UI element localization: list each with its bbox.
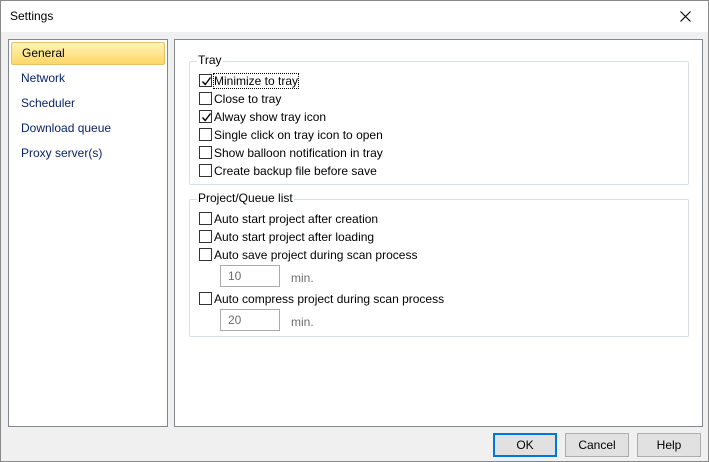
auto-compress-minutes-field[interactable]: 20	[220, 309, 280, 331]
sidebar-item-proxy-servers[interactable]: Proxy server(s)	[11, 142, 165, 165]
tray-group-title: Tray	[197, 53, 223, 67]
checkbox-label: Auto save project during scan process	[214, 248, 418, 262]
checkbox-box[interactable]	[199, 74, 212, 87]
project-queue-group: Project/Queue list Auto start project af…	[189, 191, 689, 337]
sidebar-item-label: Download queue	[21, 121, 112, 135]
checkbox-box[interactable]	[199, 212, 212, 225]
checkbox-box[interactable]	[199, 92, 212, 105]
tray-group: Tray Minimize to tray Close to tray Alwa…	[189, 53, 689, 185]
help-button[interactable]: Help	[637, 433, 701, 457]
checkbox-label: Show balloon notification in tray	[214, 146, 383, 160]
checkbox-label: Auto start project after creation	[214, 212, 379, 226]
checkbox-label: Create backup file before save	[214, 164, 377, 178]
ok-button[interactable]: OK	[493, 433, 557, 457]
close-button[interactable]	[663, 1, 708, 32]
settings-dialog: Settings General Network Scheduler Downl…	[0, 0, 709, 462]
checkbox-box[interactable]	[199, 230, 212, 243]
sidebar-item-network[interactable]: Network	[11, 67, 165, 90]
category-list: General Network Scheduler Download queue…	[8, 39, 168, 427]
checkbox-label: Auto compress project during scan proces…	[214, 292, 445, 306]
sidebar-item-label: Proxy server(s)	[21, 146, 103, 160]
auto-compress-unit-label: min.	[291, 315, 314, 329]
title-bar: Settings	[1, 1, 708, 32]
check-icon	[201, 77, 212, 86]
checkbox-label: Auto start project after loading	[214, 230, 375, 244]
project-group-title: Project/Queue list	[197, 191, 294, 205]
checkbox-box[interactable]	[199, 110, 212, 123]
auto-save-minutes-field[interactable]: 10	[220, 265, 280, 287]
window-title: Settings	[10, 9, 54, 23]
sidebar-item-label: Scheduler	[21, 96, 76, 110]
close-icon	[680, 11, 691, 22]
checkbox-label: Minimize to tray	[212, 73, 300, 89]
checkbox-label: Alway show tray icon	[214, 110, 327, 124]
checkbox-box[interactable]	[199, 292, 212, 305]
settings-panel: Tray Minimize to tray Close to tray Alwa…	[174, 39, 703, 427]
checkbox-box[interactable]	[199, 248, 212, 261]
sidebar-item-general[interactable]: General	[11, 42, 165, 65]
checkbox-box[interactable]	[199, 164, 212, 177]
sidebar-item-download-queue[interactable]: Download queue	[11, 117, 165, 140]
cancel-button[interactable]: Cancel	[565, 433, 629, 457]
auto-save-unit-label: min.	[291, 271, 314, 285]
checkbox-label: Close to tray	[214, 92, 282, 106]
checkbox-box[interactable]	[199, 146, 212, 159]
sidebar-item-label: General	[22, 46, 65, 60]
checkbox-box[interactable]	[199, 128, 212, 141]
sidebar-item-scheduler[interactable]: Scheduler	[11, 92, 165, 115]
check-icon	[201, 113, 212, 122]
checkbox-label: Single click on tray icon to open	[214, 128, 383, 142]
sidebar-item-label: Network	[21, 71, 66, 85]
